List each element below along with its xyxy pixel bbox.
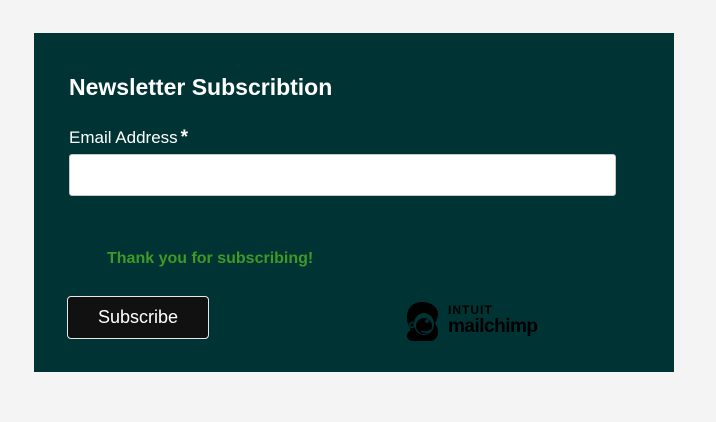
mailchimp-freddie-icon [407,302,438,341]
email-label: Email Address * [69,128,188,148]
newsletter-panel: Newsletter Subscribtion Email Address * T… [34,33,674,372]
success-message: Thank you for subscribing! [107,250,314,267]
form-title: Newsletter Subscribtion [69,74,333,100]
email-label-text: Email Address [69,128,178,147]
required-marker: * [180,127,189,148]
subscribe-button[interactable]: Subscribe [67,296,209,339]
brand-intuit-text: INTUIT [448,303,493,317]
email-input[interactable] [69,154,616,196]
brand-mailchimp-text: mailchimp [448,316,538,337]
intuit-mailchimp-link[interactable]: INTUIT mailchimp [402,299,562,343]
